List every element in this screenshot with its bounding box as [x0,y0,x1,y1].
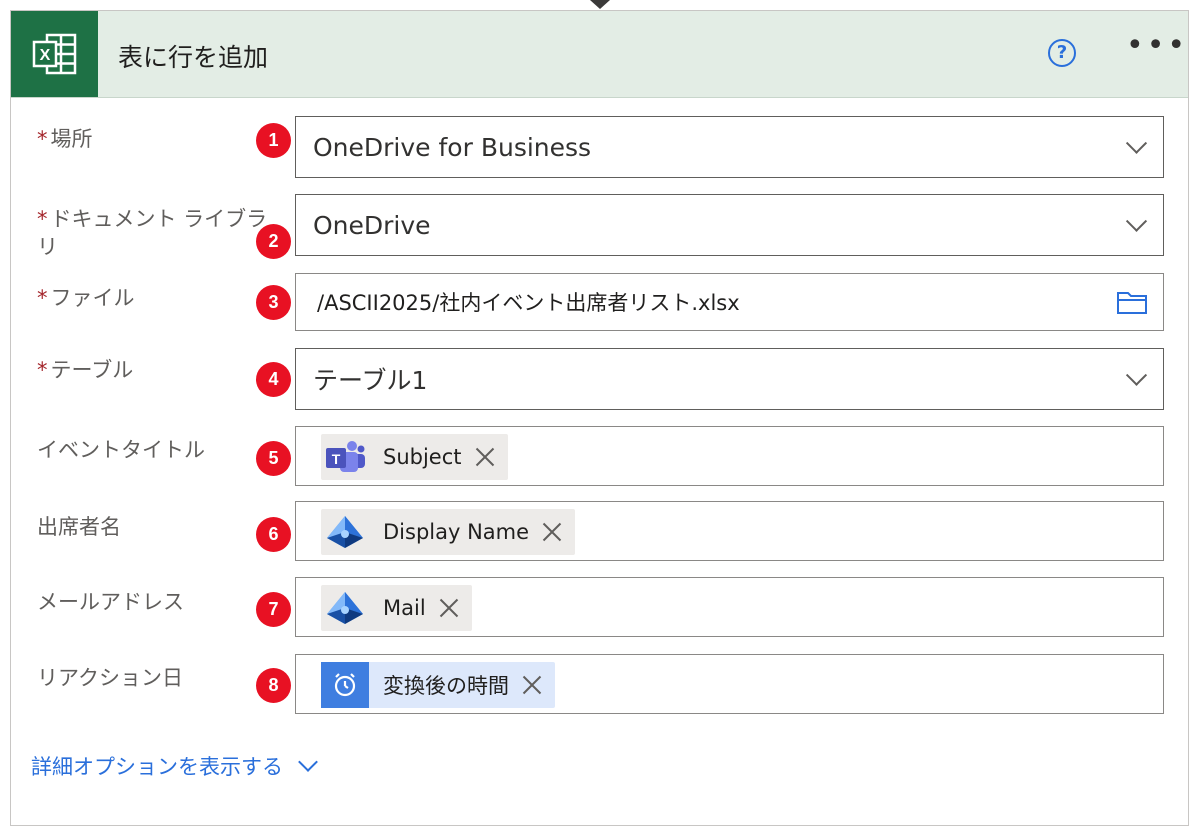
flow-connector-arrow [590,0,610,9]
close-icon[interactable] [438,597,460,619]
close-icon[interactable] [521,674,543,696]
converted-time-token[interactable]: 変換後の時間 [321,662,555,708]
close-icon[interactable] [541,521,563,543]
attendee-name-input[interactable]: Display Name [295,501,1164,561]
file-input[interactable]: /ASCII2025/社内イベント出席者リスト.xlsx [295,273,1164,331]
file-path-value: /ASCII2025/社内イベント出席者リスト.xlsx [317,291,740,315]
azure-ad-icon [321,509,369,555]
annotation-badge-3: 3 [256,285,291,320]
action-title: 表に行を追加 [118,43,269,72]
required-marker: * [37,286,48,310]
close-icon[interactable] [474,446,496,468]
location-label: * 場所 [37,125,269,153]
annotation-badge-1: 1 [256,123,291,158]
excel-icon: X [11,11,98,97]
location-value: OneDrive for Business [313,132,592,162]
annotation-badge-4: 4 [256,362,291,397]
chevron-down-icon[interactable] [1125,210,1148,232]
add-row-action-card: X 表に行を追加 ? ••• * 場所 1 OneDrive for Busine… [10,10,1189,826]
card-header[interactable]: X 表に行を追加 ? ••• [11,11,1188,98]
teams-icon: T [321,434,369,480]
file-label: * ファイル [37,284,269,312]
event-title-input[interactable]: T Subject [295,426,1164,486]
more-options-icon[interactable]: ••• [1126,31,1188,61]
annotation-badge-2: 2 [256,224,291,259]
email-label: メールアドレス [37,590,184,614]
chevron-down-icon [298,752,318,772]
display-name-token-label: Display Name [383,520,530,544]
reaction-date-input[interactable]: 変換後の時間 [295,654,1164,714]
library-label-text: ドキュメント ライブラリ [37,207,268,259]
folder-icon[interactable] [1116,289,1148,319]
display-name-token[interactable]: Display Name [321,509,576,555]
annotation-badge-7: 7 [256,592,291,627]
library-value: OneDrive [313,210,431,240]
annotation-badge-6: 6 [256,517,291,552]
annotation-badge-8: 8 [256,668,291,703]
table-value: テーブル1 [313,366,428,395]
table-label: * テーブル [37,356,269,384]
show-advanced-options-link[interactable]: 詳細オプションを表示する [31,751,318,781]
required-marker: * [37,358,48,382]
chevron-down-icon[interactable] [1125,364,1148,386]
advanced-options-label: 詳細オプションを表示する [31,755,283,779]
library-dropdown[interactable]: OneDrive [295,194,1164,256]
mail-token-label: Mail [383,596,426,620]
email-input[interactable]: Mail [295,577,1164,637]
subject-token-label: Subject [383,445,462,469]
azure-ad-icon [321,585,369,631]
location-dropdown[interactable]: OneDrive for Business [295,116,1164,178]
reaction-date-label: リアクション日 [37,666,183,690]
table-dropdown[interactable]: テーブル1 [295,348,1164,410]
converted-time-token-label: 変換後の時間 [383,674,509,698]
event-title-label: イベントタイトル [37,438,205,462]
alarm-clock-icon [321,662,369,708]
svg-text:X: X [39,47,50,64]
required-marker: * [37,127,48,151]
help-circle-icon[interactable]: ? [1048,39,1076,67]
file-label-text: ファイル [50,286,135,310]
svg-text:T: T [332,451,341,467]
library-label: * ドキュメント ライブラリ [37,205,269,261]
subject-token[interactable]: T Subject [321,434,508,480]
attendee-name-label: 出席者名 [37,515,121,539]
chevron-down-icon[interactable] [1125,132,1148,154]
table-label-text: テーブル [50,358,134,382]
annotation-badge-5: 5 [256,441,291,476]
location-label-text: 場所 [50,127,93,151]
required-marker: * [37,207,48,231]
mail-token[interactable]: Mail [321,585,472,631]
